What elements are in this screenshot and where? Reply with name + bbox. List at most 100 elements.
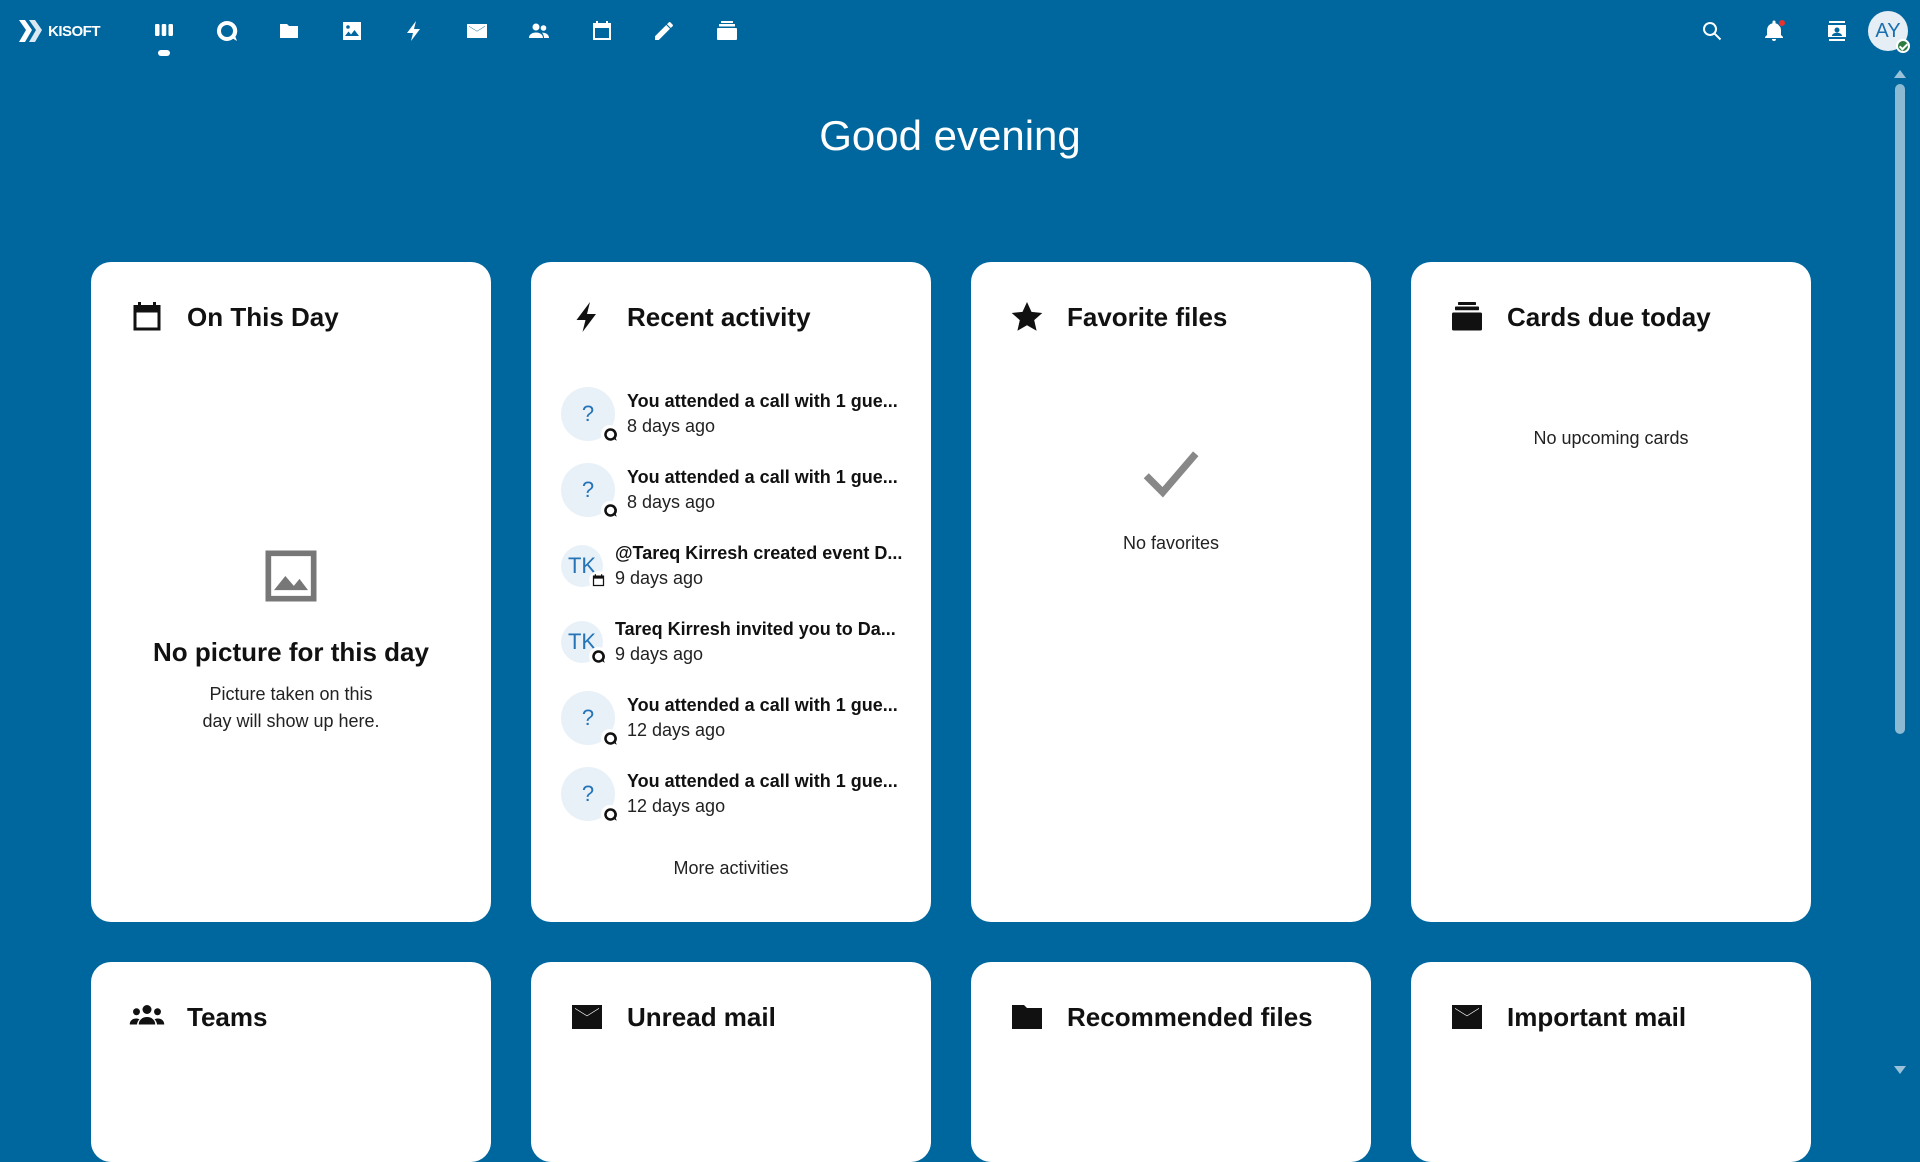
greeting-heading: Good evening [0,112,1900,160]
more-activities-link[interactable]: More activities [531,858,931,879]
activity-avatar: TK [561,545,603,587]
activity-title: You attended a call with 1 gue... [627,391,898,412]
avatar-text: ? [582,781,594,807]
activity-avatar: ? [561,387,615,441]
app-contacts[interactable] [508,8,571,54]
talk-icon [215,19,239,43]
lightning-icon [569,299,605,335]
contacts-menu-button[interactable] [1806,8,1869,54]
activity-item[interactable]: TK @Tareq Kirresh created event D... 9 d… [561,528,911,604]
user-avatar-initials: AY [1875,20,1900,43]
teams-icon [129,999,165,1035]
widget-favorite-files: Favorite files No favorites [971,262,1371,922]
widget-header: Unread mail [569,997,776,1037]
widget-title: Recent activity [627,302,811,333]
app-activity[interactable] [383,8,446,54]
activity-title: You attended a call with 1 gue... [627,771,898,792]
activity-time: 9 days ago [615,568,902,589]
activity-avatar: ? [561,767,615,821]
talk-icon [591,649,606,664]
header-right: AY [1681,8,1920,54]
brand-name: KISOFT [48,23,100,40]
app-menu [133,8,758,54]
status-online-icon [1896,39,1910,53]
notifications-button[interactable] [1743,8,1806,54]
deck-icon [1449,299,1485,335]
top-bar: KISOFT [0,0,1920,62]
talk-icon [603,807,618,822]
activity-avatar: ? [561,463,615,517]
calendar-icon [129,299,165,335]
app-mail[interactable] [446,8,509,54]
empty-title: No picture for this day [91,637,491,668]
widget-header: Cards due today [1449,297,1711,337]
avatar-text: ? [582,401,594,427]
widget-title: Favorite files [1067,302,1227,333]
calendar-icon [590,19,614,43]
image-icon [340,19,364,43]
deck-icon [715,19,739,43]
lightning-icon [402,19,426,43]
checkmark-icon [1138,440,1204,506]
activity-item[interactable]: TK Tareq Kirresh invited you to Da... 9 … [561,604,911,680]
widget-recent-activity: Recent activity ? You attended a call wi… [531,262,931,922]
app-files[interactable] [258,8,321,54]
app-talk[interactable] [196,8,259,54]
activity-time: 8 days ago [627,416,898,437]
activity-list: ? You attended a call with 1 gue... 8 da… [561,376,911,832]
app-deck[interactable] [696,8,759,54]
activity-badge [589,571,607,589]
talk-icon [603,731,618,746]
widget-title: Unread mail [627,1002,776,1033]
mail-icon [569,999,605,1035]
widget-on-this-day: On This Day No picture for this day Pict… [91,262,491,922]
widget-header: Teams [129,997,267,1037]
widget-header: Favorite files [1009,297,1227,337]
user-avatar[interactable]: AY [1868,11,1908,51]
activity-title: @Tareq Kirresh created event D... [615,543,902,564]
activity-badge [601,501,619,519]
talk-icon [603,503,618,518]
app-notes[interactable] [633,8,696,54]
widget-recommended-files: Recommended files [971,962,1371,1162]
activity-item[interactable]: ? You attended a call with 1 gue... 8 da… [561,452,911,528]
widget-header: Recent activity [569,297,811,337]
mail-icon [1449,999,1485,1035]
widget-cards-due-today: Cards due today No upcoming cards [1411,262,1811,922]
star-icon [1009,299,1045,335]
mail-icon [465,19,489,43]
scroll-down-icon[interactable] [1894,1066,1906,1074]
scroll-thumb[interactable] [1895,84,1905,734]
contact-card-icon [1825,19,1849,43]
widget-important-mail: Important mail [1411,962,1811,1162]
avatar-text: ? [582,477,594,503]
widget-header: Recommended files [1009,997,1313,1037]
brand-logo[interactable]: KISOFT [16,14,100,48]
empty-text: No upcoming cards [1411,428,1811,449]
activity-time: 9 days ago [615,644,896,665]
activity-item[interactable]: ? You attended a call with 1 gue... 12 d… [561,756,911,832]
folder-icon [277,19,301,43]
page-scrollbar[interactable] [1892,62,1906,1080]
app-dashboard[interactable] [133,8,196,54]
empty-text: No favorites [971,533,1371,554]
folder-icon [1009,999,1045,1035]
dashboard-icon [152,19,176,43]
activity-title: Tareq Kirresh invited you to Da... [615,619,896,640]
widget-title: Cards due today [1507,302,1711,333]
pencil-icon [652,19,676,43]
activity-item[interactable]: ? You attended a call with 1 gue... 12 d… [561,680,911,756]
notification-dot [1778,19,1786,27]
activity-badge [601,425,619,443]
scroll-up-icon[interactable] [1894,70,1906,78]
widget-title: On This Day [187,302,339,333]
empty-description-line2: day will show up here. [91,711,491,732]
activity-badge [601,729,619,747]
activity-badge [601,805,619,823]
avatar-text: ? [582,705,594,731]
talk-icon [603,427,618,442]
search-button[interactable] [1681,8,1744,54]
app-calendar[interactable] [571,8,634,54]
app-photos[interactable] [321,8,384,54]
activity-item[interactable]: ? You attended a call with 1 gue... 8 da… [561,376,911,452]
